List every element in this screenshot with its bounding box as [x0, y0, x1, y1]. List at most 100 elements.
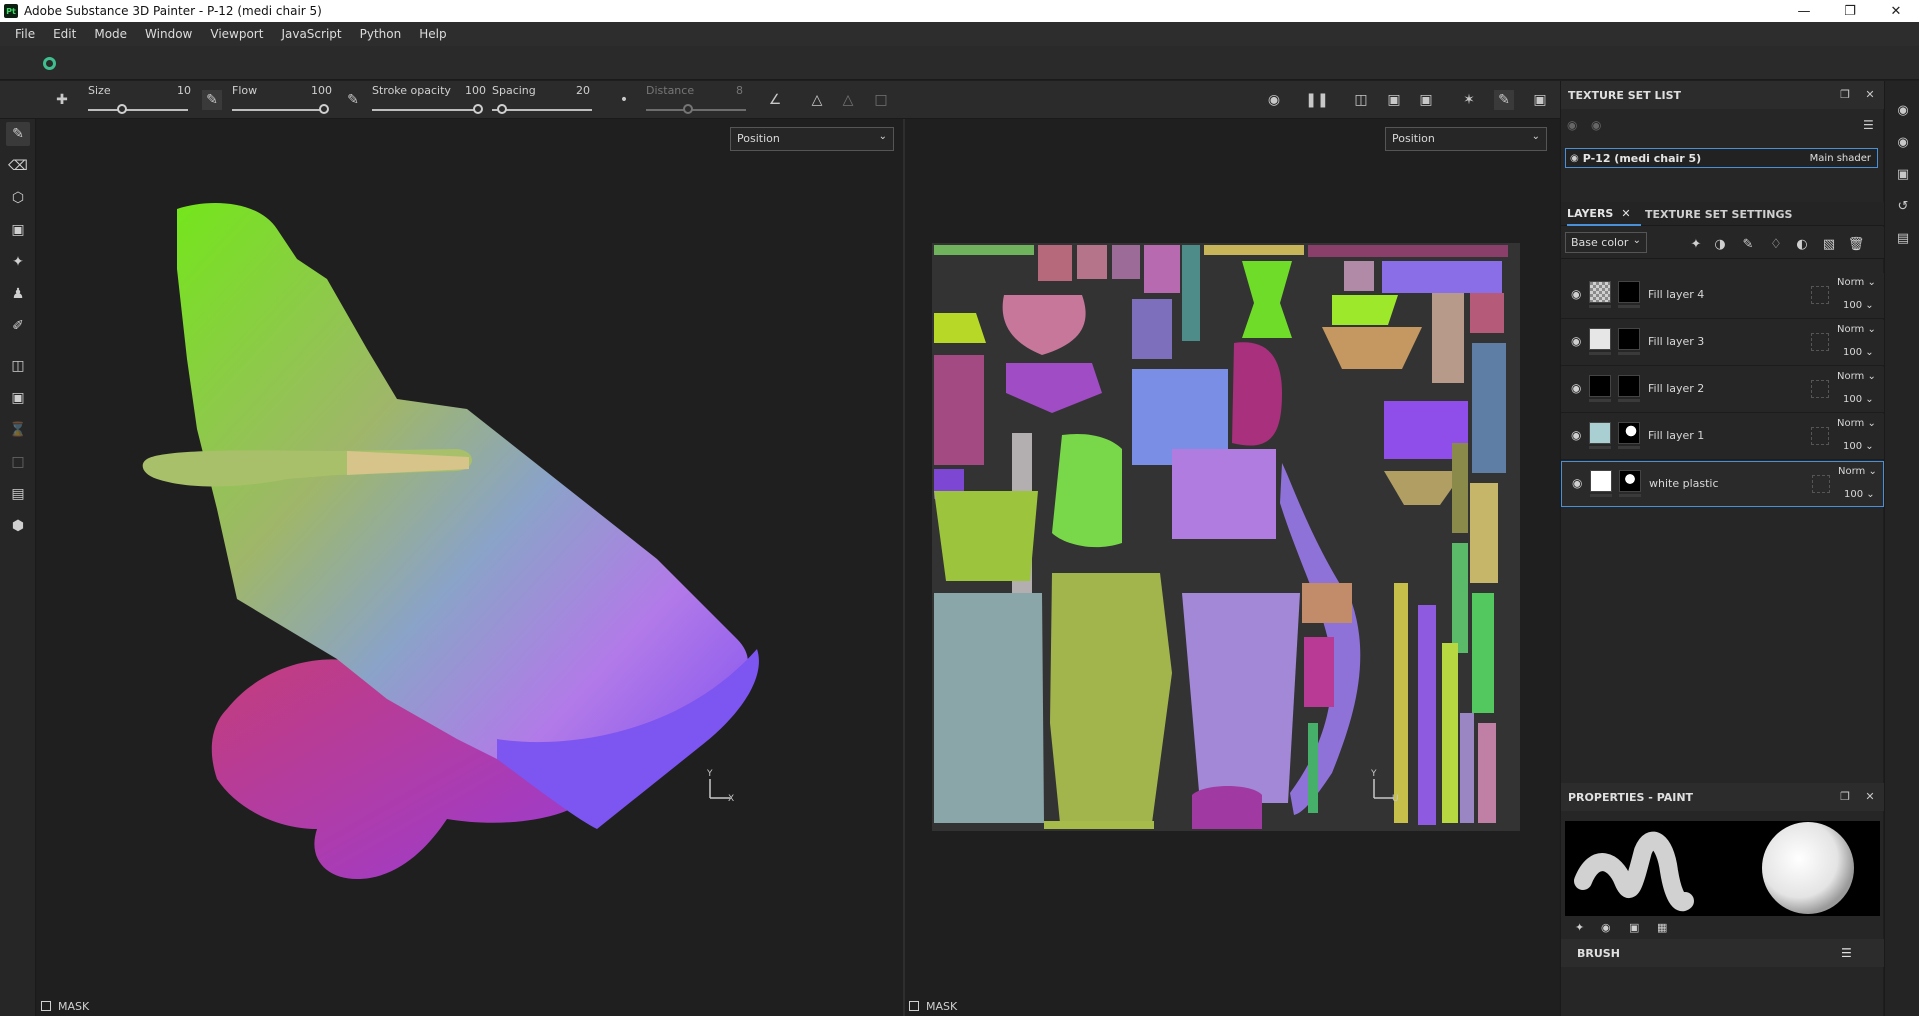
viewer-settings-icon[interactable]: ◉ [1894, 101, 1912, 119]
eye-icon[interactable]: ◉ [1570, 153, 1579, 164]
mask-toggle-3d[interactable]: MASK [41, 996, 89, 1016]
layer-name[interactable]: Fill layer 3 [1648, 335, 1704, 348]
size-slider-knob[interactable] [117, 104, 127, 114]
menu-viewport[interactable]: Viewport [201, 27, 272, 41]
menu-mode[interactable]: Mode [85, 27, 136, 41]
mask-thumbnail[interactable] [1618, 328, 1640, 350]
pen-pressure-icon[interactable]: ✎ [202, 90, 222, 110]
camera-icon[interactable]: ▣ [1416, 90, 1436, 110]
blend-mode-dropdown[interactable]: Norm ⌄ [1838, 466, 1877, 477]
cube-icon[interactable]: ⬢ [6, 514, 30, 538]
layer-thumbnail[interactable] [1589, 422, 1611, 444]
mask-thumbnail[interactable] [1619, 470, 1641, 492]
opacity-dropdown[interactable]: 100 ⌄ [1843, 347, 1874, 358]
menu-help[interactable]: Help [410, 27, 455, 41]
smudge-tool-icon[interactable]: ✦ [6, 250, 30, 274]
tab-texture-set-settings[interactable]: TEXTURE SET SETTINGS [1645, 202, 1792, 226]
size-value[interactable]: 10 [177, 84, 191, 97]
viewport-3d-mode-dropdown[interactable]: Position ⌄ [730, 127, 894, 151]
close-window-button[interactable]: ✕ [1873, 0, 1919, 22]
layer-name[interactable]: Fill layer 2 [1648, 382, 1704, 395]
mask-thumbnail[interactable] [1618, 375, 1640, 397]
mask-checkbox-2d[interactable] [909, 1001, 919, 1011]
layer-row[interactable]: ◉ Fill layer 4 Norm ⌄ 100 ⌄ [1561, 273, 1884, 319]
angle-icon[interactable]: ∠ [765, 90, 785, 110]
render-icon[interactable]: ▣ [6, 386, 30, 410]
mask-toggle-2d[interactable]: MASK [909, 996, 957, 1016]
opacity-dropdown[interactable]: 100 ⌄ [1843, 441, 1874, 452]
mask-thumbnail[interactable] [1618, 281, 1640, 303]
opacity-dropdown[interactable]: 100 ⌄ [1844, 489, 1875, 500]
float-panel-icon[interactable]: ❐ [1838, 87, 1852, 101]
layer-options-icon[interactable] [1811, 427, 1829, 445]
projection-tool-icon[interactable]: ⬡ [6, 186, 30, 210]
menu-icon[interactable]: ☰ [1863, 118, 1874, 132]
mask-checkbox-3d[interactable] [41, 1001, 51, 1011]
uv-texture-map[interactable] [932, 243, 1520, 831]
viewport-2d[interactable]: Position ⌄ Y U MASK [905, 119, 1559, 1016]
close-panel-icon[interactable]: ✕ [1863, 87, 1877, 101]
add-fill-layer-icon[interactable]: ♢ [1767, 235, 1785, 253]
chair-model-render[interactable] [37, 179, 903, 959]
delete-layer-icon[interactable]: 🗑 [1847, 235, 1865, 253]
menu-edit[interactable]: Edit [44, 27, 85, 41]
brush-alpha-icon[interactable]: ◉ [1601, 921, 1611, 934]
layer-visibility-icon[interactable]: ◉ [1571, 428, 1581, 442]
environment-icon[interactable]: ◉ [1894, 133, 1912, 151]
layer-options-icon[interactable] [1811, 286, 1829, 304]
tab-layers[interactable]: LAYERS ✕ [1567, 202, 1641, 226]
paint-tool-icon[interactable]: ✎ [6, 122, 30, 146]
export-icon[interactable]: ▤ [6, 482, 30, 506]
viewport-2d-mode-dropdown[interactable]: Position ⌄ [1385, 127, 1547, 151]
add-folder-icon[interactable]: ▧ [1820, 235, 1838, 253]
layer-visibility-icon[interactable]: ◉ [1572, 476, 1582, 490]
layer-visibility-icon[interactable]: ◉ [1571, 334, 1581, 348]
color-picker-icon[interactable]: ✐ [6, 314, 30, 338]
display-mode-icon[interactable]: ▣ [1384, 90, 1404, 110]
stroke-path-icon[interactable]: • [614, 90, 634, 110]
mask-thumbnail[interactable] [1618, 422, 1640, 444]
layer-visibility-icon[interactable]: ◉ [1571, 287, 1581, 301]
menu-file[interactable]: File [6, 27, 44, 41]
brush-stencil-icon[interactable]: ▣ [1629, 921, 1639, 934]
symmetry-icon[interactable]: △ [807, 90, 827, 110]
float-panel-icon[interactable]: ❐ [1838, 789, 1852, 803]
stroke-opacity-slider-knob[interactable] [473, 104, 483, 114]
polygon-fill-icon[interactable]: ▣ [6, 218, 30, 242]
texture-set-row[interactable]: ◉ P-12 (medi chair 5) Main shader [1565, 148, 1878, 168]
spacing-slider-knob[interactable] [497, 104, 507, 114]
blend-mode-dropdown[interactable]: Norm ⌄ [1837, 371, 1876, 382]
viewport-3d[interactable]: Position ⌄ Y X MASK [37, 119, 903, 1016]
brush-section-header[interactable]: BRUSH ☰ [1561, 939, 1884, 967]
blend-mode-dropdown[interactable]: Norm ⌄ [1837, 418, 1876, 429]
layer-row-selected[interactable]: ◉ white plastic Norm ⌄ 100 ⌄ [1561, 461, 1884, 507]
blend-mode-dropdown[interactable]: Norm ⌄ [1837, 277, 1876, 288]
menu-javascript[interactable]: JavaScript [272, 27, 350, 41]
spacing-slider[interactable] [492, 109, 592, 111]
screenshot-icon[interactable]: ▣ [1530, 90, 1550, 110]
opacity-dropdown[interactable]: 100 ⌄ [1843, 394, 1874, 405]
layer-options-icon[interactable] [1811, 380, 1829, 398]
layer-visibility-icon[interactable]: ◉ [1571, 381, 1581, 395]
layer-row[interactable]: ◉ Fill layer 3 Norm ⌄ 100 ⌄ [1561, 320, 1884, 366]
stroke-opacity-slider[interactable] [372, 109, 482, 111]
layer-thumbnail[interactable] [1589, 328, 1611, 350]
opacity-dropdown[interactable]: 100 ⌄ [1843, 300, 1874, 311]
layer-name[interactable]: Fill layer 1 [1648, 429, 1704, 442]
project-status-icon[interactable] [43, 57, 56, 70]
layer-name[interactable]: white plastic [1649, 477, 1719, 490]
paint-brush-icon[interactable]: ✎ [1494, 90, 1514, 110]
size-slider[interactable] [88, 109, 188, 111]
split-view-icon[interactable]: ◫ [1351, 90, 1371, 110]
close-tab-icon[interactable]: ✕ [1621, 207, 1630, 220]
minimize-button[interactable]: — [1781, 0, 1827, 22]
add-effect-icon[interactable]: ✦ [1687, 235, 1705, 253]
texture-set-shader[interactable]: Main shader [1810, 153, 1871, 164]
layer-thumbnail[interactable] [1589, 375, 1611, 397]
brush-material-icon[interactable]: ▦ [1657, 921, 1667, 934]
layer-row[interactable]: ◉ Fill layer 1 Norm ⌄ 100 ⌄ [1561, 414, 1884, 460]
spacing-value[interactable]: 20 [576, 84, 590, 97]
maximize-button[interactable]: ❐ [1827, 0, 1873, 22]
clone-tool-icon[interactable]: ♟ [6, 282, 30, 306]
stroke-opacity-value[interactable]: 100 [465, 84, 486, 97]
